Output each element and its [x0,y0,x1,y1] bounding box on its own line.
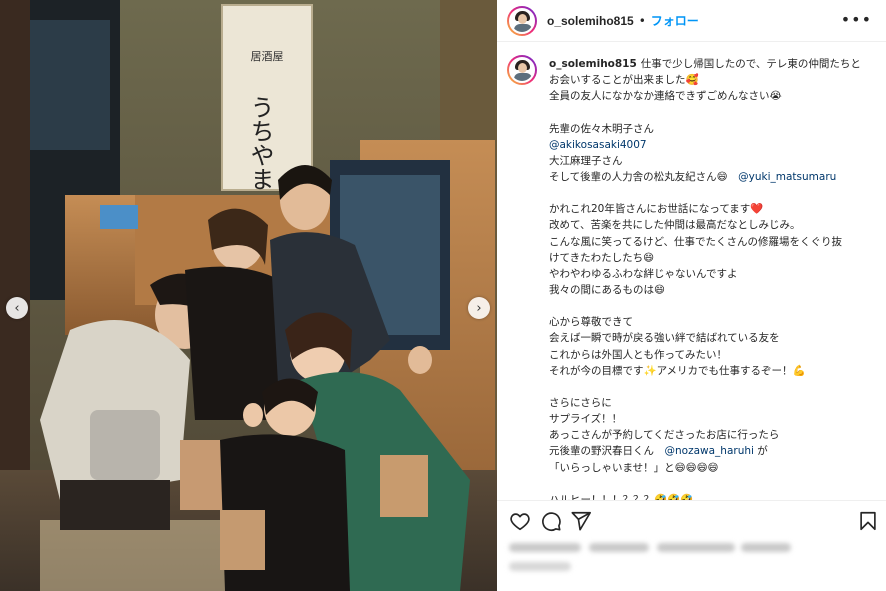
post-header: o_solemiho815 • フォロー ••• [497,0,886,42]
caption-text-segment: 我々の間にあるものは😄 [549,283,665,296]
caption-text-segment: やわやわゆるふわな絆じゃないんですよ [549,267,738,280]
caption-line: やわやわゆるふわな絆じゃないんですよ [549,266,879,282]
caption-text-segment: これからは外国人とも作ってみたい！ [549,348,727,361]
caption-username[interactable]: o_solemiho815 [549,58,637,70]
comment-icon[interactable] [540,510,562,532]
post-sidebar: o_solemiho815 • フォロー ••• o_solemiho815 仕事… [497,0,886,591]
avatar[interactable] [507,5,537,36]
heart-icon[interactable] [509,510,531,532]
caption-line: 先輩の佐々木明子さん [549,121,879,137]
caption-text-segment: 大江麻理子さん [549,154,623,167]
caption-text-segment: サプライズ！！ [549,413,623,426]
header-username[interactable]: o_solemiho815 [547,14,634,28]
caption-text-segment: お会いすることが出来ました🥰 [549,74,699,87]
bookmark-icon[interactable] [857,510,879,532]
caption-text-segment: けてきたわたしたち😄 [549,251,655,264]
previous-photo-button[interactable]: ‹ [6,297,28,319]
caption-text-segment: 全員の友人になかなか連絡できずごめんなさい😭 [549,90,782,103]
caption-text-segment: が [753,445,768,458]
caption-line: それが今の目標です✨アメリカでも仕事するぞー！💪 [549,363,879,379]
caption-line: あっこさんが予約してくださったお店に行ったら [549,427,879,443]
caption-text-segment: 先輩の佐々木明子さん [549,122,654,135]
caption-text-segment: そして後輩の人力舎の松丸友紀さん😄 [549,170,739,183]
caption-line: これからは外国人とも作ってみたい！ [549,347,879,363]
photo-illustration: 居酒屋 うちやま [0,0,497,591]
caption-line: お会いすることが出来ました🥰 [549,72,879,88]
chevron-right-icon: › [476,300,482,316]
separator-dot: • [638,13,646,28]
caption-text-segment: 仕事で少し帰国したので、テレ東の仲間たちと [640,58,861,70]
action-bar [497,500,886,540]
mention-link[interactable]: @nozawa_haruhi [665,445,754,457]
likes-row-blurred [509,541,809,555]
caption-line: 心から尊敬できて [549,314,879,330]
caption-line: @akikosasaki4007 [549,137,879,153]
caption-text-segment: 改めて、苦楽を共にした仲間は最高だなとしみじみ。 [549,219,801,232]
follow-button[interactable]: フォロー [651,12,699,29]
caption-text-segment: 心から尊敬できて [549,316,633,329]
caption-text-segment: さらにさらに [549,396,612,409]
caption-line: 全員の友人になかなか連絡できずごめんなさい😭 [549,88,879,104]
caption-text-segment: それが今の目標です✨アメリカでも仕事するぞー！💪 [549,364,806,377]
caption-line: o_solemiho815 仕事で少し帰国したので、テレ東の仲間たちと [549,56,879,72]
post-photo[interactable]: 居酒屋 うちやま ‹ › [0,0,497,591]
caption-text-segment: あっこさんが予約してくださったお店に行ったら [549,429,780,442]
next-photo-button[interactable]: › [468,297,490,319]
caption-text-segment: 元後輩の野沢春日くん [549,445,665,458]
send-icon[interactable] [570,510,592,532]
scroll-small-text: 居酒屋 [251,50,284,63]
caption-line: けてきたわたしたち😄 [549,250,879,266]
caption-line: 改めて、苦楽を共にした仲間は最高だなとしみじみ。 [549,217,879,233]
caption-line: そして後輩の人力舎の松丸友紀さん😄 @yuki_matsumaru [549,169,879,185]
caption-line: こんな風に笑ってるけど、仕事でたくさんの修羅場をくぐり抜 [549,234,879,250]
caption-line: 元後輩の野沢春日くん @nozawa_haruhi が [549,443,879,459]
caption-text-segment: かれこれ20年皆さんにお世話になってます❤️ [549,203,764,216]
caption-line: 大江麻理子さん [549,153,879,169]
caption-line: 「いらっしゃいませ！」と😄😄😄😄 [549,460,879,476]
caption-area[interactable]: o_solemiho815 仕事で少し帰国したので、テレ東の仲間たちと お会いするこ… [497,43,886,500]
scroll-kanji-text: うちやま [246,95,274,191]
caption-line: 我々の間にあるものは😄 [549,282,879,298]
caption-line: さらにさらに [549,395,879,411]
caption-text: o_solemiho815 仕事で少し帰国したので、テレ東の仲間たちと お会いするこ… [549,56,879,500]
caption-line: ハルヒー！！！？？？🤣🤣🤣 [549,492,879,500]
timestamp-blurred [509,560,709,572]
caption-avatar[interactable] [507,55,537,85]
avatar-image [509,57,535,83]
mention-link[interactable]: @yuki_matsumaru [738,171,836,183]
caption-line: サプライズ！！ [549,411,879,427]
caption-line: 会えば一瞬で時が戻る強い絆で結ばれている友を [549,330,879,346]
more-options-icon[interactable]: ••• [841,12,872,28]
mention-link[interactable]: @akikosasaki4007 [549,139,647,151]
chevron-left-icon: ‹ [14,300,20,316]
caption-text-segment: 会えば一瞬で時が戻る強い絆で結ばれている友を [549,332,780,345]
caption-line: かれこれ20年皆さんにお世話になってます❤️ [549,201,879,217]
avatar-image [509,7,535,34]
caption-text-segment: こんな風に笑ってるけど、仕事でたくさんの修羅場をくぐり抜 [549,235,842,248]
caption-text-segment: 「いらっしゃいませ！」と😄😄😄😄 [549,461,719,474]
